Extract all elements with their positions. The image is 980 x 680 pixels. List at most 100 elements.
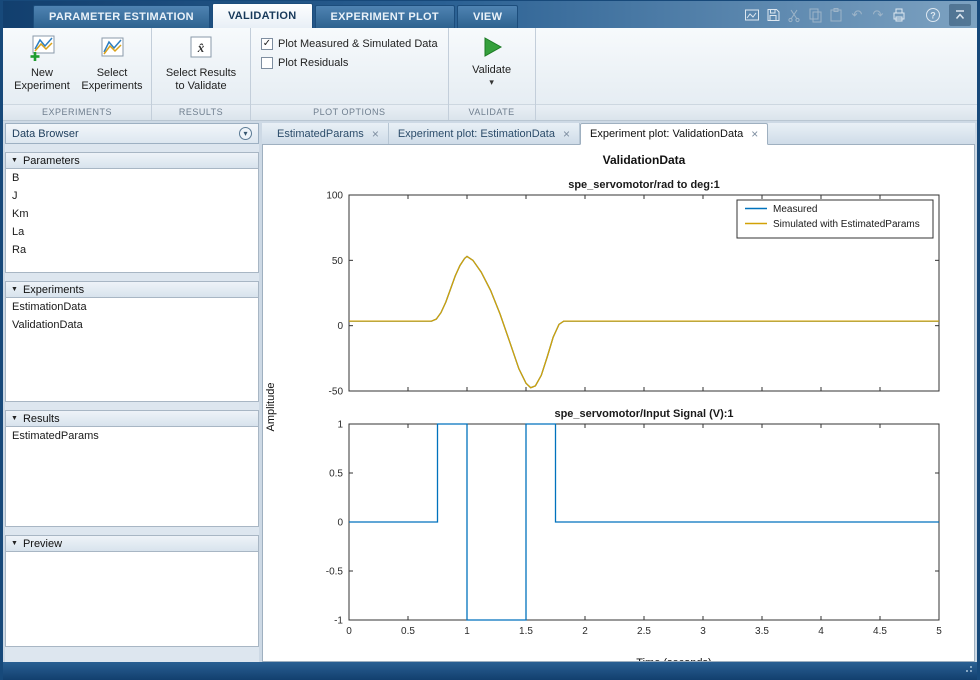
charts-container: Amplitude spe_servomotor/rad to deg:1 -50…: [263, 175, 974, 661]
ribbon: New Experiment Select Experiments EXPERI…: [3, 28, 977, 121]
undo-icon[interactable]: ↶: [848, 6, 866, 24]
parameters-section: ▼ Parameters B J Km La Ra: [5, 152, 259, 273]
y-axis-label: Amplitude: [264, 382, 277, 432]
tab-parameter-estimation[interactable]: PARAMETER ESTIMATION: [33, 5, 210, 28]
panel-menu-icon[interactable]: ▾: [239, 127, 252, 140]
svg-text:0: 0: [346, 626, 352, 637]
svg-text:0: 0: [337, 321, 343, 332]
rad-to-deg-chart[interactable]: spe_servomotor/rad to deg:1 -50 0 50 100 Meas…: [293, 175, 953, 399]
close-icon[interactable]: ×: [372, 128, 379, 140]
results-list[interactable]: EstimatedParams: [5, 427, 259, 527]
select-experiments-icon: [98, 35, 126, 65]
group-caption-results: RESULTS: [152, 104, 250, 120]
preview-box: [5, 552, 259, 647]
document-tabs: EstimatedParams × Experiment plot: Estim…: [262, 123, 975, 145]
results-section: ▼ Results EstimatedParams: [5, 410, 259, 527]
group-caption-validate: VALIDATE: [448, 104, 535, 120]
tab-validation[interactable]: VALIDATION: [211, 3, 313, 28]
app-window: PARAMETER ESTIMATION VALIDATION EXPERIME…: [0, 0, 980, 680]
checkbox-icon[interactable]: [261, 57, 273, 69]
input-signal-chart[interactable]: spe_servomotor/Input Signal (V):1 0 0.5 1 1.…: [293, 404, 953, 650]
svg-text:2: 2: [582, 626, 588, 637]
section-title: Parameters: [22, 154, 80, 167]
section-header-experiments[interactable]: ▼ Experiments: [5, 281, 259, 298]
result-item[interactable]: EstimatedParams: [6, 427, 258, 445]
experiment-item[interactable]: EstimationData: [6, 298, 258, 316]
svg-text:-0.5: -0.5: [326, 567, 344, 578]
chevron-down-icon: ▾: [489, 77, 494, 88]
collapse-icon: ▼: [11, 157, 18, 164]
copy-icon[interactable]: [806, 6, 824, 24]
validate-label: Validate: [472, 64, 512, 76]
doc-tab-estimationdata-plot[interactable]: Experiment plot: EstimationData ×: [389, 123, 580, 144]
parameters-list[interactable]: B J Km La Ra: [5, 169, 259, 273]
plot-measured-simulated-checkbox[interactable]: Plot Measured & Simulated Data: [261, 38, 438, 50]
parameter-item[interactable]: La: [6, 223, 258, 241]
parameter-item[interactable]: Km: [6, 205, 258, 223]
section-title: Preview: [22, 537, 63, 550]
quick-access-toolbar: ↶ ↷ ?: [737, 1, 977, 28]
titlebar: PARAMETER ESTIMATION VALIDATION EXPERIME…: [3, 1, 977, 28]
section-header-results[interactable]: ▼ Results: [5, 410, 259, 427]
experiments-list[interactable]: EstimationData ValidationData: [5, 298, 259, 402]
figure-title: ValidationData: [602, 153, 686, 167]
print-icon[interactable]: [890, 6, 908, 24]
help-icon[interactable]: ?: [924, 6, 942, 24]
collapse-icon: ▼: [11, 540, 18, 547]
svg-text:3.5: 3.5: [755, 626, 769, 637]
plot-residuals-checkbox[interactable]: Plot Residuals: [261, 57, 348, 69]
x-axis-label: Time (seconds): [379, 657, 969, 661]
snapshot-icon[interactable]: [743, 6, 761, 24]
svg-text:4.5: 4.5: [873, 626, 887, 637]
redo-icon[interactable]: ↷: [869, 6, 887, 24]
save-icon[interactable]: [764, 6, 782, 24]
doc-tab-label: Experiment plot: EstimationData: [397, 127, 555, 140]
ribbon-group-plot-options: Plot Measured & Simulated Data Plot Resi…: [251, 28, 449, 120]
validate-button[interactable]: Validate ▾: [459, 32, 525, 90]
svg-text:0: 0: [337, 518, 343, 529]
ribbon-filler: [535, 28, 977, 120]
ribbon-group-experiments: New Experiment Select Experiments EXPERI…: [3, 28, 152, 120]
experiment-item[interactable]: ValidationData: [6, 316, 258, 334]
main-area: Data Browser ▾ ▼ Parameters B J Km La Ra ▼ E…: [3, 121, 977, 662]
svg-text:3: 3: [700, 626, 706, 637]
svg-text:Simulated with EstimatedParams: Simulated with EstimatedParams: [773, 219, 920, 230]
svg-text:4: 4: [818, 626, 824, 637]
tab-experiment-plot[interactable]: EXPERIMENT PLOT: [314, 5, 455, 28]
doc-tab-estimatedparams[interactable]: EstimatedParams ×: [268, 123, 389, 144]
cut-icon[interactable]: [785, 6, 803, 24]
select-results-button[interactable]: x̂ Select Results to Validate: [158, 32, 244, 96]
paste-icon[interactable]: [827, 6, 845, 24]
collapse-icon: ▼: [11, 415, 18, 422]
select-experiments-label: Select Experiments: [81, 67, 143, 93]
new-experiment-icon: [28, 35, 56, 65]
svg-text:50: 50: [332, 256, 344, 267]
close-icon[interactable]: ×: [751, 128, 758, 140]
status-bar: [3, 662, 977, 680]
minimize-toolstrip-icon[interactable]: [949, 3, 971, 26]
parameter-item[interactable]: J: [6, 187, 258, 205]
section-header-parameters[interactable]: ▼ Parameters: [5, 152, 259, 169]
parameter-item[interactable]: B: [6, 169, 258, 187]
section-header-preview[interactable]: ▼ Preview: [5, 535, 259, 552]
doc-tab-label: EstimatedParams: [277, 127, 364, 140]
data-browser-panel: Data Browser ▾ ▼ Parameters B J Km La Ra ▼ E…: [5, 123, 259, 662]
doc-tab-validationdata-plot[interactable]: Experiment plot: ValidationData ×: [579, 123, 769, 145]
checkbox-label: Plot Residuals: [278, 57, 349, 69]
svg-text:100: 100: [326, 191, 343, 202]
group-caption-experiments: EXPERIMENTS: [3, 104, 151, 120]
select-experiments-button[interactable]: Select Experiments: [79, 32, 145, 96]
select-results-label: Select Results to Validate: [165, 67, 237, 93]
validation-plot-panel: ValidationData Amplitude spe_servomotor/…: [262, 145, 975, 662]
parameter-item[interactable]: Ra: [6, 241, 258, 259]
ribbon-group-results: x̂ Select Results to Validate RESULTS: [152, 28, 251, 120]
checkbox-icon[interactable]: [261, 38, 273, 50]
tab-view[interactable]: VIEW: [456, 5, 519, 28]
new-experiment-button[interactable]: New Experiment: [9, 32, 75, 96]
svg-text:spe_servomotor/rad to deg:1: spe_servomotor/rad to deg:1: [568, 179, 720, 191]
resize-grip[interactable]: [963, 662, 973, 680]
tab-label: EXPERIMENT PLOT: [330, 11, 439, 23]
collapse-icon: ▼: [11, 286, 18, 293]
close-icon[interactable]: ×: [563, 128, 570, 140]
svg-text:0.5: 0.5: [329, 469, 343, 480]
